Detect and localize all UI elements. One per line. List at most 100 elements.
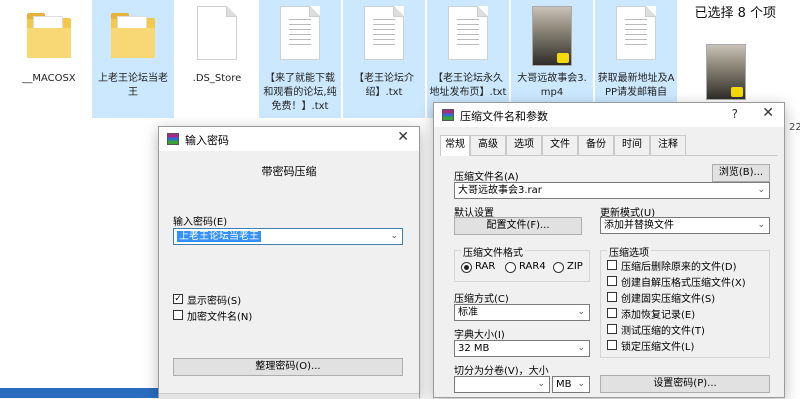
show-password-checkbox[interactable]: ✓ xyxy=(173,294,183,304)
encrypt-names-checkbox[interactable] xyxy=(173,310,183,320)
chevron-down-icon[interactable]: ⌄ xyxy=(757,218,765,233)
chevron-down-icon[interactable]: ⌄ xyxy=(577,341,585,356)
option-test-label: 测试压缩的文件(T) xyxy=(621,326,705,337)
video-thumbnail-partial xyxy=(706,44,746,100)
split-volumes-label: 切分为分卷(V)，大小 xyxy=(454,366,549,377)
option-lock-checkbox[interactable] xyxy=(607,340,617,350)
password-dialog-subtitle: 带密码压缩 xyxy=(261,165,317,178)
file-name: 获取最新地址及APP请发邮箱自 xyxy=(597,73,675,98)
tab-options[interactable]: 选项 xyxy=(506,135,542,155)
archive-name-label: 压缩文件名(A) xyxy=(454,172,519,183)
browse-button[interactable]: 浏览(B)... xyxy=(712,164,770,182)
file-name: 上老王论坛当老王 xyxy=(98,73,168,98)
organize-passwords-button[interactable]: 整理密码(O)... xyxy=(173,358,403,376)
profiles-button[interactable]: 配置文件(F)... xyxy=(454,217,582,235)
taskbar-strip xyxy=(0,388,160,398)
option-test-checkbox[interactable] xyxy=(607,324,617,334)
document-icon xyxy=(197,6,237,60)
option-lock-label: 锁定压缩文件(L) xyxy=(621,342,695,353)
chevron-down-icon[interactable]: ⌄ xyxy=(390,229,398,244)
password-dialog-title: 输入密码 xyxy=(185,134,229,147)
file-item-txt-3[interactable]: 【老王论坛永久地址发布页】.txt xyxy=(427,0,509,118)
option-recovery-label: 添加恢复记录(E) xyxy=(621,310,696,321)
text-file-icon xyxy=(364,6,404,60)
archive-dialog: 压缩文件名和参数 ? ✕ 常规 高级 选项 文件 备份 时间 注释 压缩文件名(… xyxy=(433,102,785,398)
general-tab-pane: 压缩文件名(A) 浏览(B)... 大哥远故事会3.rar ⌄ 默认设置 配置文… xyxy=(440,155,778,397)
dict-size-value: 32 MB xyxy=(458,343,490,354)
options-group-title: 压缩选项 xyxy=(607,244,651,259)
tab-advanced[interactable]: 高级 xyxy=(470,135,506,155)
file-item-ds-store[interactable]: .DS_Store xyxy=(176,0,258,118)
dialog-footer xyxy=(159,393,419,399)
format-rar-radio[interactable] xyxy=(461,262,472,273)
file-name: 【老王论坛永久地址发布页】.txt xyxy=(429,73,507,98)
option-sfx-checkbox[interactable] xyxy=(607,276,617,286)
update-mode-value: 添加并替换文件 xyxy=(604,220,674,231)
split-unit-select[interactable]: MB ⌄ xyxy=(552,376,590,393)
option-delete-files-label: 压缩后删除原来的文件(D) xyxy=(621,262,737,273)
file-name: 【来了就能下载和观看的论坛,纯免费！】.txt xyxy=(263,73,337,112)
split-size-input[interactable]: ⌄ xyxy=(454,376,550,393)
format-zip-radio[interactable] xyxy=(553,262,564,273)
chevron-down-icon[interactable]: ⌄ xyxy=(577,377,585,392)
file-name: 大哥远故事会3.mp4 xyxy=(517,73,587,98)
password-dialog-titlebar: 输入密码 ✕ xyxy=(159,127,419,151)
tab-general[interactable]: 常规 xyxy=(440,135,470,156)
archive-name-input[interactable]: 大哥远故事会3.rar ⌄ xyxy=(454,182,770,199)
update-mode-select[interactable]: 添加并替换文件 ⌄ xyxy=(600,217,770,234)
text-file-icon xyxy=(280,6,320,60)
close-icon[interactable]: ✕ xyxy=(397,129,409,145)
format-rar-label: RAR xyxy=(475,261,496,272)
option-solid-label: 创建固实压缩文件(S) xyxy=(621,294,716,305)
file-item-macosx[interactable]: __MACOSX xyxy=(8,0,90,118)
format-rar4-radio[interactable] xyxy=(505,262,516,273)
chevron-down-icon[interactable]: ⌄ xyxy=(537,377,545,392)
chevron-down-icon[interactable]: ⌄ xyxy=(757,183,765,198)
close-icon[interactable]: ✕ xyxy=(762,105,774,121)
format-zip-label: ZIP xyxy=(567,261,583,272)
winrar-icon xyxy=(442,109,454,121)
file-name: 【老王论坛介绍】.txt xyxy=(354,73,414,98)
password-value: 上老王论坛当老王 xyxy=(177,231,261,242)
dict-size-select[interactable]: 32 MB ⌄ xyxy=(454,340,590,357)
method-select[interactable]: 标准 ⌄ xyxy=(454,304,590,321)
method-value: 标准 xyxy=(458,307,478,318)
archive-dialog-titlebar: 压缩文件名和参数 ? ✕ xyxy=(434,103,784,127)
tab-files[interactable]: 文件 xyxy=(542,135,578,155)
option-recovery-checkbox[interactable] xyxy=(607,308,617,318)
file-item-video[interactable]: 大哥远故事会3.mp4 xyxy=(511,0,593,118)
archive-name-value: 大哥远故事会3.rar xyxy=(458,185,542,196)
selection-status: 已选择 8 个项 xyxy=(694,6,776,21)
dict-size-label: 字典大小(I) xyxy=(454,330,505,341)
show-password-label: 显示密码(S) xyxy=(187,296,242,307)
format-rar4-label: RAR4 xyxy=(519,261,546,272)
method-label: 压缩方式(C) xyxy=(454,294,509,305)
tab-comment[interactable]: 注释 xyxy=(650,135,686,155)
file-name: __MACOSX xyxy=(22,73,76,84)
file-item-txt-1[interactable]: 【来了就能下载和观看的论坛,纯免费！】.txt xyxy=(259,0,341,118)
file-item-txt-4[interactable]: 获取最新地址及APP请发邮箱自 xyxy=(595,0,677,118)
text-file-icon xyxy=(616,6,656,60)
tab-time[interactable]: 时间 xyxy=(614,135,650,155)
password-label: 输入密码(E) xyxy=(173,217,228,228)
password-dialog: 输入密码 ✕ 带密码压缩 输入密码(E) 上老王论坛当老王 ⌄ ✓ 显示密码(S… xyxy=(158,126,420,399)
split-unit-value: MB xyxy=(556,379,572,390)
file-name: .DS_Store xyxy=(192,73,242,84)
help-icon[interactable]: ? xyxy=(732,107,738,121)
tab-backup[interactable]: 备份 xyxy=(578,135,614,155)
password-input[interactable]: 上老王论坛当老王 ⌄ xyxy=(173,228,403,245)
file-item-txt-2[interactable]: 【老王论坛介绍】.txt xyxy=(343,0,425,118)
option-delete-files-checkbox[interactable] xyxy=(607,260,617,270)
chevron-down-icon[interactable]: ⌄ xyxy=(577,305,585,320)
option-sfx-label: 创建自解压格式压缩文件(X) xyxy=(621,278,746,289)
set-password-button[interactable]: 设置密码(P)... xyxy=(600,375,770,393)
encrypt-names-label: 加密文件名(N) xyxy=(187,312,253,323)
partial-text: 22 xyxy=(789,122,800,133)
format-group-title: 压缩文件格式 xyxy=(461,244,525,259)
option-solid-checkbox[interactable] xyxy=(607,292,617,302)
winrar-icon xyxy=(167,133,179,145)
text-file-icon xyxy=(448,6,488,60)
file-item-folder[interactable]: 上老王论坛当老王 xyxy=(92,0,174,118)
folder-icon xyxy=(27,6,71,58)
folder-icon xyxy=(111,6,155,58)
